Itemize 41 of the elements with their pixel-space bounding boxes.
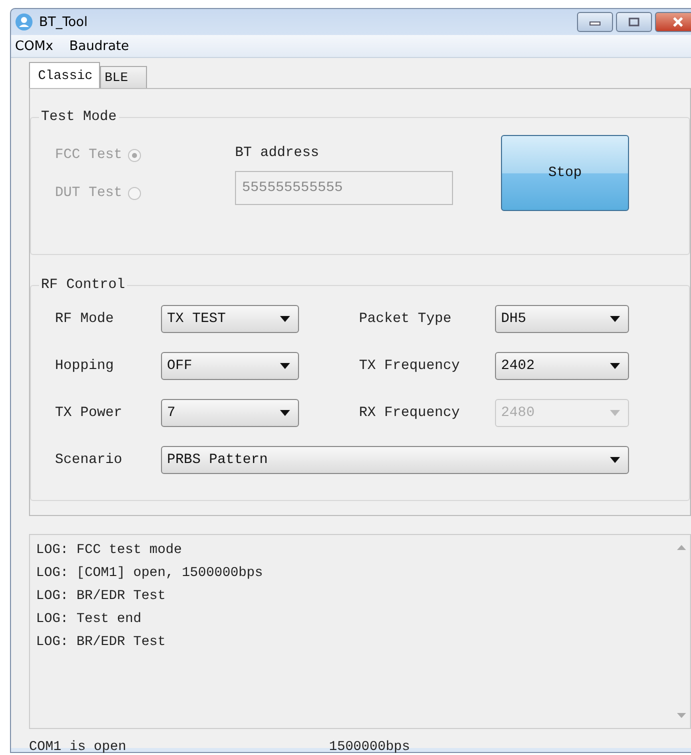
field-label: Scenario: [55, 452, 124, 468]
log-line: LOG: [COM1] open, 1500000bps: [36, 565, 264, 583]
dropdown[interactable]: DH5: [495, 305, 629, 333]
field-label: RF Mode: [55, 311, 115, 327]
maximize-icon: [628, 17, 640, 27]
field-label: Packet Type: [358, 311, 452, 327]
menu-item[interactable]: COMx: [13, 38, 56, 54]
group-title: Test Mode: [40, 109, 118, 125]
window-title: BT_Tool: [39, 14, 88, 30]
close-button[interactable]: [655, 12, 691, 32]
status-text: COM1 is open: [29, 740, 128, 754]
caret-icon: [280, 410, 290, 416]
user-icon: [15, 13, 33, 31]
minimize-button[interactable]: [577, 12, 613, 32]
menu-item[interactable]: Baudrate: [67, 38, 132, 54]
tab[interactable]: BLE: [100, 66, 148, 88]
caret-icon: [280, 363, 290, 369]
dropdown[interactable]: 2402: [495, 352, 629, 380]
tab[interactable]: Classic: [29, 62, 100, 88]
maximize-button[interactable]: [616, 12, 652, 32]
close-icon: [672, 17, 684, 27]
caret-icon: [280, 316, 290, 322]
caret-icon: [610, 457, 620, 463]
dropdown[interactable]: TX TEST: [161, 305, 299, 333]
field-label: TX Power: [55, 405, 124, 421]
field-label: RX Frequency: [358, 405, 461, 421]
field-label: TX Frequency: [358, 358, 461, 374]
log-line: LOG: Test end: [36, 611, 142, 629]
group-title: RF Control: [40, 277, 126, 293]
log-line: LOG: BR/EDR Test: [36, 588, 167, 606]
status-text: 1500000bps: [329, 740, 410, 754]
log-line: LOG: BR/EDR Test: [36, 634, 167, 652]
caret-icon: [610, 410, 620, 416]
dropdown[interactable]: PRBS Pattern: [161, 446, 629, 474]
field-label: Hopping: [55, 358, 115, 374]
caret-icon: [610, 363, 620, 369]
address-label: BT address: [235, 145, 320, 161]
log-line: LOG: FCC test mode: [36, 542, 183, 560]
caret-icon: [610, 316, 620, 322]
dropdown[interactable]: OFF: [161, 352, 299, 380]
dropdown[interactable]: 7: [161, 399, 299, 427]
